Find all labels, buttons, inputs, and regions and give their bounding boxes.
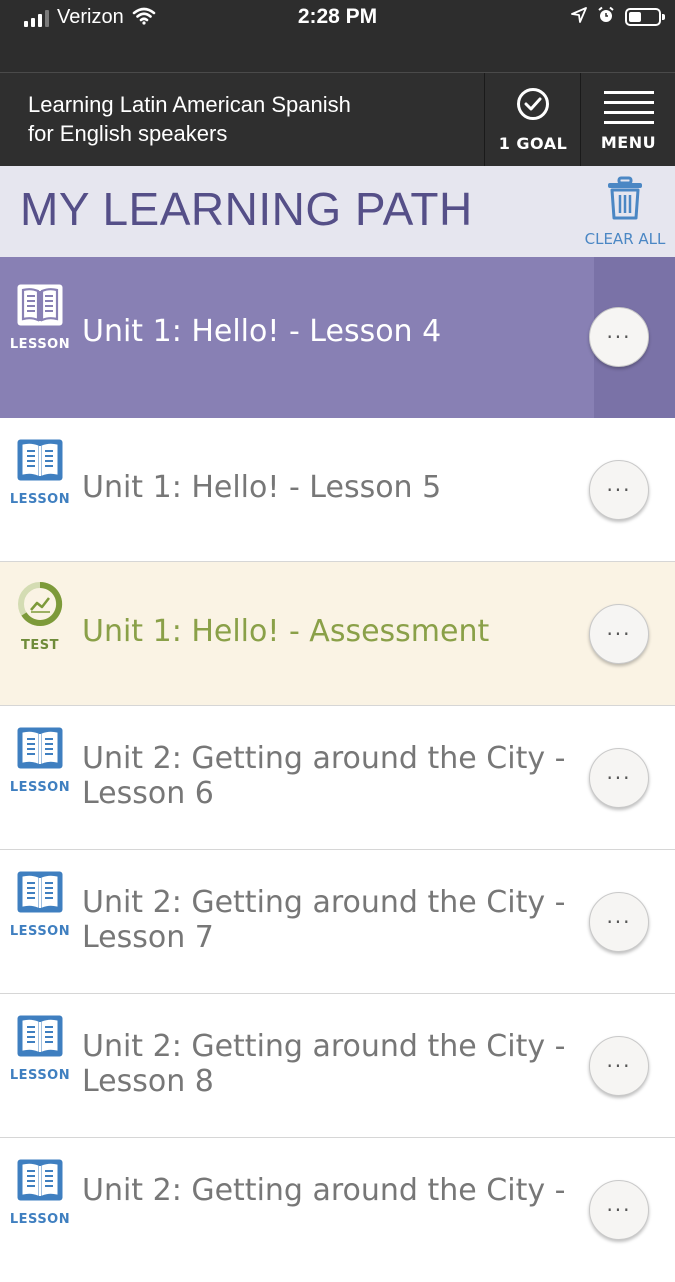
path-item[interactable]: LESSON Unit 2: Getting around the City -… bbox=[0, 1138, 675, 1282]
path-item-active[interactable]: LESSON Unit 1: Hello! - Lesson 4 ··· bbox=[0, 257, 675, 418]
more-options-button[interactable]: ··· bbox=[589, 1036, 649, 1096]
item-title-line1: Unit 1: Hello! - Lesson 5 bbox=[82, 470, 442, 505]
test-type: TEST bbox=[6, 580, 74, 653]
item-title-line1: Unit 2: Getting around the City - bbox=[82, 1173, 566, 1208]
item-title: Unit 1: Hello! - Assessment bbox=[82, 614, 572, 649]
more-options-button[interactable]: ··· bbox=[589, 892, 649, 952]
menu-button[interactable]: MENU bbox=[580, 73, 675, 167]
book-icon bbox=[16, 283, 64, 331]
book-icon bbox=[16, 1014, 64, 1062]
status-right bbox=[571, 6, 665, 28]
goal-button[interactable]: 1 GOAL bbox=[484, 73, 581, 167]
book-icon bbox=[16, 1158, 64, 1206]
item-title-line1: Unit 1: Hello! - Lesson 4 bbox=[82, 314, 442, 349]
course-title: Learning Latin American Spanish for Engl… bbox=[28, 90, 351, 148]
menu-label: MENU bbox=[600, 133, 657, 152]
item-title: Unit 1: Hello! - Lesson 4 bbox=[82, 314, 572, 349]
item-type-label: LESSON bbox=[9, 780, 71, 795]
page-title: MY LEARNING PATH bbox=[20, 183, 473, 235]
course-title-line1: Learning Latin American Spanish bbox=[28, 92, 351, 117]
item-title-line2: Lesson 7 bbox=[82, 920, 214, 955]
item-title-line1: Unit 1: Hello! - Assessment bbox=[82, 614, 490, 649]
path-item[interactable]: LESSON Unit 2: Getting around the City -… bbox=[0, 706, 675, 850]
item-title: Unit 2: Getting around the City - Lesson… bbox=[82, 1029, 572, 1099]
more-options-button[interactable]: ··· bbox=[589, 307, 649, 367]
more-options-button[interactable]: ··· bbox=[589, 748, 649, 808]
item-title: Unit 1: Hello! - Lesson 5 bbox=[82, 470, 572, 505]
more-options-button[interactable]: ··· bbox=[589, 1180, 649, 1240]
lesson-type: LESSON bbox=[6, 1014, 74, 1083]
alarm-clock-icon bbox=[597, 6, 615, 28]
path-item[interactable]: LESSON Unit 2: Getting around the City -… bbox=[0, 994, 675, 1138]
trash-icon bbox=[605, 176, 645, 224]
goal-label: 1 GOAL bbox=[498, 134, 568, 153]
item-type-label: LESSON bbox=[9, 1068, 71, 1083]
location-arrow-icon bbox=[571, 7, 587, 27]
book-icon bbox=[16, 438, 64, 486]
item-type-label: LESSON bbox=[9, 337, 71, 352]
item-type-label: LESSON bbox=[9, 924, 71, 939]
path-item[interactable]: LESSON Unit 1: Hello! - Lesson 5 ··· bbox=[0, 418, 675, 562]
path-item-test[interactable]: TEST Unit 1: Hello! - Assessment ··· bbox=[0, 562, 675, 706]
item-title-line1: Unit 2: Getting around the City - bbox=[82, 1029, 566, 1064]
item-type-label: LESSON bbox=[9, 492, 71, 507]
more-options-button[interactable]: ··· bbox=[589, 604, 649, 664]
path-item[interactable]: LESSON Unit 2: Getting around the City -… bbox=[0, 850, 675, 994]
item-title: Unit 2: Getting around the City - bbox=[82, 1173, 572, 1208]
lesson-type: LESSON bbox=[6, 283, 74, 352]
status-bar: Verizon 2:28 PM bbox=[0, 0, 675, 72]
lesson-type: LESSON bbox=[6, 726, 74, 795]
progress-chart-icon bbox=[16, 580, 64, 632]
lesson-type: LESSON bbox=[6, 870, 74, 939]
clear-all-label: CLEAR ALL bbox=[584, 230, 666, 248]
course-title-line2: for English speakers bbox=[28, 121, 228, 146]
item-title: Unit 2: Getting around the City - Lesson… bbox=[82, 741, 572, 811]
more-options-button[interactable]: ··· bbox=[589, 460, 649, 520]
lesson-type: LESSON bbox=[6, 1158, 74, 1227]
item-title-line2: Lesson 8 bbox=[82, 1064, 214, 1099]
hamburger-icon bbox=[603, 91, 654, 131]
item-title-line1: Unit 2: Getting around the City - bbox=[82, 741, 566, 776]
battery-icon bbox=[625, 8, 665, 26]
book-icon bbox=[16, 726, 64, 774]
item-type-label: TEST bbox=[21, 638, 59, 653]
clear-all-button[interactable]: CLEAR ALL bbox=[578, 176, 672, 248]
book-icon bbox=[16, 870, 64, 918]
lesson-type: LESSON bbox=[6, 438, 74, 507]
item-title: Unit 2: Getting around the City - Lesson… bbox=[82, 885, 572, 955]
learning-path-header: MY LEARNING PATH CLEAR ALL bbox=[0, 166, 675, 257]
goal-check-icon bbox=[517, 88, 549, 120]
item-type-label: LESSON bbox=[9, 1212, 71, 1227]
item-title-line1: Unit 2: Getting around the City - bbox=[82, 885, 566, 920]
app-header: Learning Latin American Spanish for Engl… bbox=[0, 72, 675, 167]
item-title-line2: Lesson 6 bbox=[82, 776, 214, 811]
